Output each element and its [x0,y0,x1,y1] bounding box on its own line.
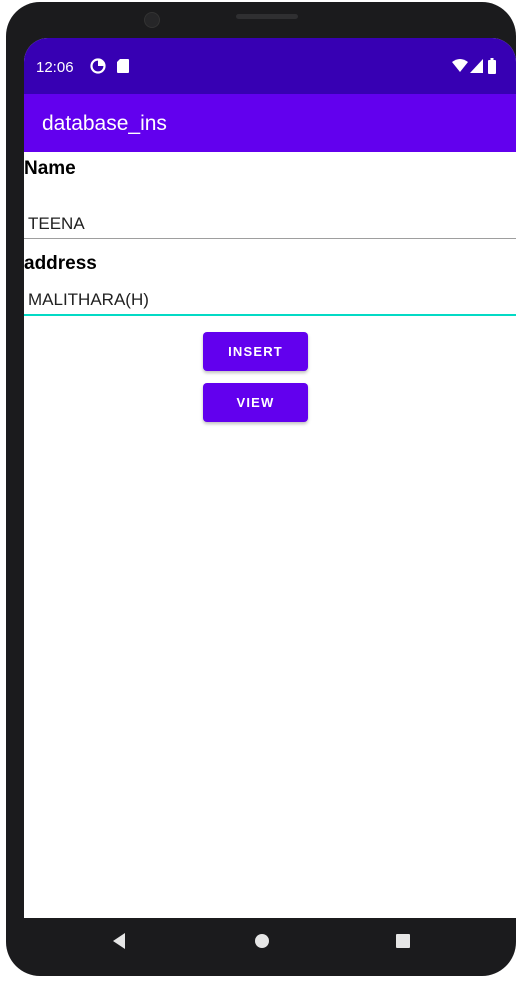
status-bar: 12:06 [24,38,516,94]
address-label: address [24,253,97,274]
insert-button[interactable]: INSERT [203,332,308,371]
phone-frame: 12:06 database_ins Name TEENA address MA… [6,2,516,976]
home-icon[interactable] [254,933,270,954]
address-field[interactable] [24,286,516,316]
recents-icon[interactable] [395,933,411,954]
signal-icon [470,59,483,78]
app-bar: database_ins [24,94,516,152]
battery-icon [488,58,496,79]
status-time: 12:06 [36,59,74,76]
view-button[interactable]: VIEW [203,383,308,422]
front-camera [144,12,160,28]
phone-screen: 12:06 database_ins Name TEENA address MA… [24,38,516,918]
data-saver-icon [90,58,106,79]
wifi-icon [452,59,468,78]
name-field[interactable] [24,209,516,239]
earpiece-speaker [236,14,298,19]
navigation-bar [6,918,516,968]
app-title: database_ins [42,112,167,135]
sd-card-icon [116,58,130,79]
back-icon[interactable] [111,932,127,955]
name-label: Name [24,158,76,179]
